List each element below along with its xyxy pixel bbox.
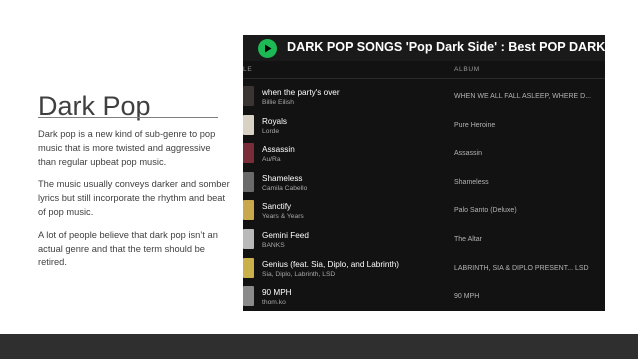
column-album[interactable]: ALBUM xyxy=(454,66,480,73)
track-artist[interactable]: Camila Cabello xyxy=(262,185,307,192)
paragraph-2: The music usually conveys darker and som… xyxy=(38,179,230,217)
track-row[interactable]: Sanctify Years & Years Palo Santo (Delux… xyxy=(243,196,605,225)
album-art xyxy=(243,171,254,192)
track-album[interactable]: The Altar xyxy=(454,236,482,243)
album-art xyxy=(243,257,254,278)
track-album[interactable]: Pure Heroine xyxy=(454,122,495,129)
playlist-header: DARK POP SONGS 'Pop Dark Side' : Best PO… xyxy=(243,35,605,61)
track-row[interactable]: Royals Lorde Pure Heroine xyxy=(243,111,605,140)
track-row[interactable]: Assassin Au/Ra Assassin xyxy=(243,139,605,168)
track-name[interactable]: Assassin xyxy=(262,145,295,154)
album-art xyxy=(243,228,254,249)
track-row[interactable]: Shameless Camila Cabello Shameless xyxy=(243,168,605,197)
track-row[interactable]: 90 MPH thom.ko 90 MPH xyxy=(243,282,605,311)
play-icon xyxy=(264,44,271,53)
play-button[interactable] xyxy=(258,39,277,58)
track-artist[interactable]: Lorde xyxy=(262,128,279,135)
playlist-title: DARK POP SONGS 'Pop Dark Side' : Best PO… xyxy=(287,40,605,54)
spotify-playlist-screenshot: DARK POP SONGS 'Pop Dark Side' : Best PO… xyxy=(243,35,605,311)
album-art xyxy=(243,286,254,307)
paragraph-3: A lot of people believe that dark pop is… xyxy=(38,229,218,268)
track-name[interactable]: Royals xyxy=(262,117,287,126)
track-name[interactable]: Gemini Feed xyxy=(262,231,309,240)
track-artist[interactable]: Billie Eilish xyxy=(262,99,294,106)
column-title[interactable]: LE xyxy=(243,66,252,73)
track-artist[interactable]: Sia, Diplo, Labrinth, LSD xyxy=(262,271,335,278)
track-album[interactable]: Shameless xyxy=(454,179,489,186)
track-row[interactable]: when the party's over Billie Eilish WHEN… xyxy=(243,82,605,111)
paragraph-1: Dark pop is a new kind of sub-genre to p… xyxy=(38,129,216,167)
track-album[interactable]: 90 MPH xyxy=(454,293,479,300)
track-row[interactable]: Gemini Feed BANKS The Altar xyxy=(243,225,605,254)
footer-bar xyxy=(0,334,638,359)
track-name[interactable]: Shameless xyxy=(262,174,303,183)
album-art xyxy=(243,200,254,221)
track-list: when the party's over Billie Eilish WHEN… xyxy=(243,82,605,311)
track-album[interactable]: Assassin xyxy=(454,150,482,157)
track-artist[interactable]: Years & Years xyxy=(262,213,304,220)
track-list-header: LE ALBUM xyxy=(243,64,605,79)
title-divider xyxy=(38,117,218,118)
track-row[interactable]: Genius (feat. Sia, Diplo, and Labrinth) … xyxy=(243,254,605,283)
track-name[interactable]: 90 MPH xyxy=(262,288,292,297)
track-album[interactable]: LABRINTH, SIA & DIPLO PRESENT... LSD xyxy=(454,265,589,272)
track-artist[interactable]: thom.ko xyxy=(262,299,286,306)
track-artist[interactable]: Au/Ra xyxy=(262,156,281,163)
album-art xyxy=(243,86,254,106)
track-artist[interactable]: BANKS xyxy=(262,242,285,249)
slide-body: Dark pop is a new kind of sub-genre to p… xyxy=(38,128,230,279)
track-album[interactable]: Palo Santo (Deluxe) xyxy=(454,207,517,214)
track-album[interactable]: WHEN WE ALL FALL ASLEEP, WHERE D... xyxy=(454,93,591,100)
track-name[interactable]: when the party's over xyxy=(262,88,340,97)
album-art xyxy=(243,143,254,164)
track-name[interactable]: Genius (feat. Sia, Diplo, and Labrinth) xyxy=(262,260,399,269)
album-art xyxy=(243,114,254,135)
track-name[interactable]: Sanctify xyxy=(262,202,291,211)
